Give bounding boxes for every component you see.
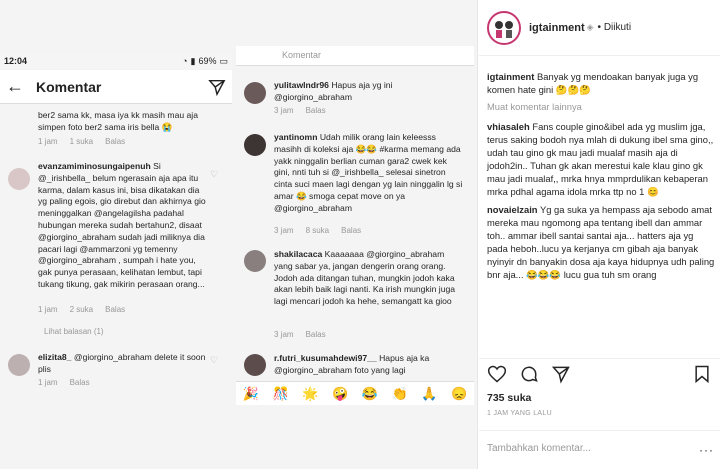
emoji-bar: 🎉 🎊 🌟 🤪 😂 👏 🙏 😞 xyxy=(236,381,474,405)
avatar xyxy=(8,354,30,376)
heart-icon[interactable]: ♡ xyxy=(210,356,219,365)
phone-top-bar: ← Komentar xyxy=(0,70,232,104)
right-comment-1-meta: 3 jam 8 suka Balas xyxy=(274,226,362,235)
view-replies[interactable]: Lihat balasan (1) xyxy=(44,327,104,336)
account-avatar[interactable] xyxy=(487,10,521,45)
comment-username[interactable]: vhiasaleh xyxy=(487,121,530,132)
emoji-button[interactable]: 😞 xyxy=(451,386,467,402)
sidebar-comment: igtainment Banyak yg mendoakan banyak ju… xyxy=(487,71,699,95)
right-phone-header: Komentar xyxy=(236,46,474,66)
left-comment-2: elizita8_ @giorgino_abraham delete it so… xyxy=(38,352,206,374)
post-header: igtainment ◈ • Diikuti xyxy=(479,0,720,56)
right-comment-0: yulitawlndr96 Hapus aja yg ini @giorgino… xyxy=(274,80,393,102)
comment-username[interactable]: igtainment xyxy=(487,71,534,82)
left-comment-0: ber2 sama kk, masa iya kk masih mau aja … xyxy=(38,110,198,132)
phone-status-bar: 12:04 ◔ ▮ 69% ▭ xyxy=(0,53,232,69)
wifi-icon: ◔ xyxy=(182,56,188,66)
send-icon xyxy=(208,79,226,96)
sidebar-comment: vhiasaleh Fans couple gino&ibel ada yg m… xyxy=(487,121,714,197)
heart-icon[interactable]: ♡ xyxy=(210,170,219,179)
avatar xyxy=(244,134,266,156)
emoji-button[interactable]: 😂 xyxy=(362,386,378,402)
back-arrow-icon: ← xyxy=(6,76,24,96)
comment-icon[interactable] xyxy=(519,364,539,384)
battery-percent: 69% xyxy=(198,56,217,66)
phone-title: Komentar xyxy=(36,78,102,95)
avatar xyxy=(244,250,266,272)
right-comment-3: r.futri_kusumahdewi97__ Hapus aja ka @gi… xyxy=(274,353,430,375)
emoji-button[interactable]: 👏 xyxy=(392,386,408,402)
reply-button[interactable]: Balas xyxy=(306,106,326,115)
avatar xyxy=(244,82,266,104)
bookmark-icon[interactable] xyxy=(692,364,712,384)
reply-button[interactable]: Balas xyxy=(341,226,361,235)
post-image: 12:04 ◔ ▮ 69% ▭ ← Komentar ber2 sama kk,… xyxy=(0,0,478,469)
comment-list: igtainment Banyak yg mendoakan banyak ju… xyxy=(487,70,715,286)
battery-icon: ▭ xyxy=(219,55,228,66)
emoji-button[interactable]: 🎉 xyxy=(243,386,259,402)
avatar xyxy=(8,168,30,190)
emoji-button[interactable]: 🎊 xyxy=(273,386,289,402)
view-replies-link[interactable]: Lihat balasan (1) xyxy=(44,327,104,336)
comment-username[interactable]: novaielzain xyxy=(487,204,538,215)
share-icon[interactable] xyxy=(551,364,571,384)
more-options-icon[interactable]: ··· xyxy=(699,443,714,457)
avatar xyxy=(244,354,266,376)
reply-button[interactable]: Balas xyxy=(70,378,90,387)
left-comment-0-meta: 1 jam 1 suka Balas xyxy=(38,137,126,146)
follow-status[interactable]: • Diikuti xyxy=(598,22,632,33)
signal-icon: ▮ xyxy=(190,55,196,66)
left-comment-1: evanzamiminosungaipenuh Si @_irishbella_… xyxy=(38,161,206,289)
account-name[interactable]: igtainment xyxy=(529,22,585,34)
like-count[interactable]: 735 suka xyxy=(487,392,531,404)
right-comment-1: yantinomn Udah milik orang lain keleesss… xyxy=(274,132,463,213)
add-comment-placeholder: Tambahkan komentar... xyxy=(487,443,591,454)
right-comment-0-meta: 3 jam Balas xyxy=(274,106,326,115)
left-comment-2-meta: 1 jam Balas xyxy=(38,378,90,387)
emoji-button[interactable]: 🤪 xyxy=(332,386,348,402)
load-more-comments[interactable]: Muat komentar lainnya xyxy=(487,101,715,112)
left-comment-1-meta: 1 jam 2 suka Balas xyxy=(38,305,126,314)
emoji-button[interactable]: 🙏 xyxy=(421,386,437,402)
post-timestamp: 1 JAM YANG LALU xyxy=(487,410,552,417)
emoji-button[interactable]: 🌟 xyxy=(302,386,318,402)
right-comment-2: shakilacaca Kaaaaaaa @giorgino_abraham y… xyxy=(274,249,456,307)
verified-icon: ◈ xyxy=(586,22,594,32)
post-sidebar: igtainment ◈ • Diikuti igtainment Banyak… xyxy=(479,0,720,469)
add-comment-input[interactable]: Tambahkan komentar... ··· xyxy=(479,430,720,469)
reply-button[interactable]: Balas xyxy=(306,330,326,339)
status-time: 12:04 xyxy=(4,56,28,66)
reply-button[interactable]: Balas xyxy=(105,305,125,314)
avatar-illustration-icon xyxy=(495,20,513,38)
action-bar xyxy=(479,358,720,388)
heart-icon[interactable] xyxy=(487,364,507,384)
right-comment-2-meta: 3 jam Balas xyxy=(274,330,326,339)
reply-button[interactable]: Balas xyxy=(105,137,125,146)
sidebar-comment: novaielzain Yg ga suka ya hempass aja se… xyxy=(487,204,715,280)
